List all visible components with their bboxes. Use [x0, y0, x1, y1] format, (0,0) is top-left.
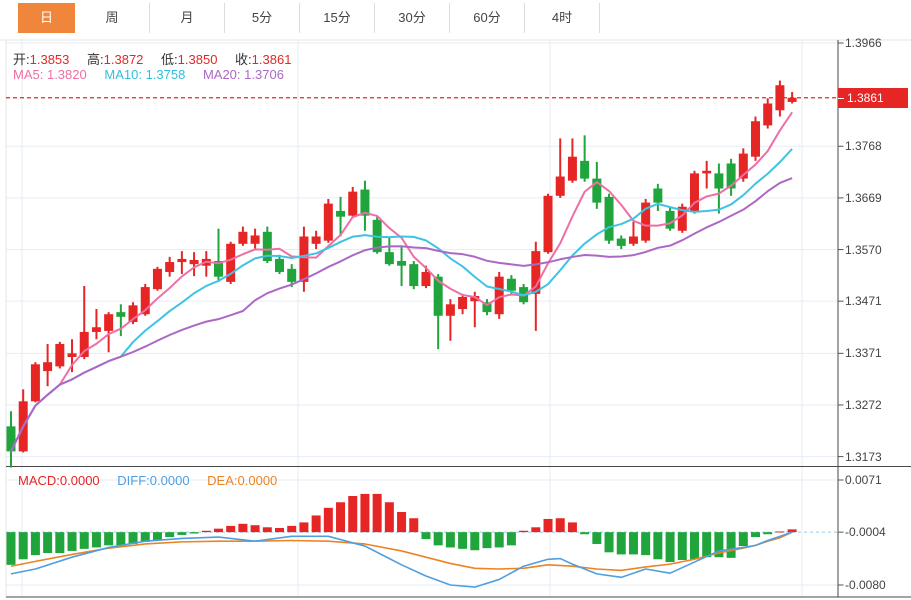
ma20-value: 1.3706 — [244, 67, 284, 82]
price-axis-label: 1.3966 — [845, 36, 882, 50]
dea-value: 0.0000 — [237, 473, 278, 488]
ohlc-legend: 开:1.3853 高:1.3872 低:1.3850 收:1.3861 — [13, 49, 305, 68]
price-axis-label: 1.3272 — [845, 397, 882, 412]
price-axis-label: 1.3570 — [845, 242, 882, 257]
ma20-label: MA20: — [202, 67, 241, 82]
price-axis-label: 1.3669 — [845, 190, 882, 205]
close-label: 收: — [235, 52, 252, 67]
price-axis-label: 1.3471 — [845, 294, 882, 309]
price-axis-label: 1.3768 — [845, 139, 882, 154]
low-label: 低: — [161, 52, 178, 67]
forex-candlestick-app: 日 周 月 5分 15分 30分 60分 4时 开:1.3853 高:1.387… — [0, 0, 911, 600]
current-price-flag: 1.3861 — [838, 87, 908, 108]
diff-value: 0.0000 — [149, 473, 190, 488]
price-axis-label: 1.3173 — [845, 449, 882, 464]
open-label: 开: — [13, 52, 30, 67]
candlestick-chart-canvas[interactable] — [0, 0, 911, 600]
macd-legend: MACD:0.0000 DIFF:0.0000 DEA:0.0000 — [18, 473, 291, 488]
macd-axis-label: 0.0071 — [845, 473, 882, 487]
price-axis-label: 1.3371 — [845, 346, 882, 361]
close-value: 1.3861 — [251, 52, 292, 67]
ma5-value: 1.3820 — [46, 67, 87, 82]
ma5-label: MA5: — [13, 67, 44, 82]
ma-legend: MA5: 1.3820 MA10: 1.3758 MA20: 1.3706 — [13, 67, 298, 82]
ma10-label: MA10: — [104, 67, 142, 82]
macd-label: MACD: — [18, 473, 60, 488]
macd-value: 0.0000 — [59, 473, 100, 488]
macd-axis-label: -0.0004 — [845, 525, 886, 540]
low-value: 1.3850 — [177, 52, 218, 67]
macd-axis-label: -0.0080 — [845, 578, 886, 592]
ma10-value: 1.3758 — [145, 67, 186, 82]
high-label: 高: — [87, 52, 104, 67]
open-value: 1.3853 — [29, 52, 70, 67]
diff-label: DIFF: — [117, 473, 150, 488]
dea-label: DEA: — [207, 473, 238, 488]
high-value: 1.3872 — [103, 52, 144, 67]
